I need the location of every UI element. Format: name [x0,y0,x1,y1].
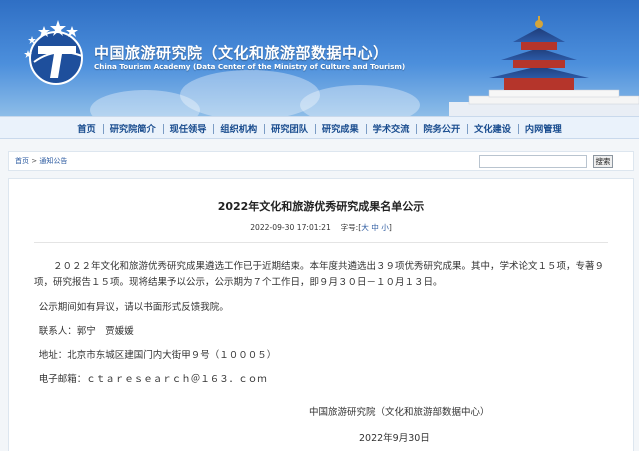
article-paragraph-contacts: 联系人：郭宁 贾媛媛 [38,326,134,337]
article-paragraph-objection: 公示期间如有异议，请以书面形式反馈我院。 [38,302,229,313]
temple-of-heaven-illustration [449,16,639,116]
article-meta: 2022-09-30 17:01:21 字号:[大 中 小] [250,223,392,232]
main-nav: 首页 研究院简介 现任领导 组织机构 研究团队 研究成果 学术交流 院务公开 文… [0,116,639,139]
article-paragraph-address: 地址：北京市东城区建国门内大街甲９号（１０００５） [38,350,277,361]
font-size-small-link[interactable]: 小 [381,223,389,232]
nav-item-research-team[interactable]: 研究团队 [264,121,315,135]
nav-item-organization[interactable]: 组织机构 [213,121,264,135]
nav-item-home[interactable]: 首页 [70,121,102,135]
article-paragraph-email: 电子邮箱：ｃｔａｒｅｓｅａｒｃｈ＠１６３．ｃｏｍ [38,374,267,385]
header-banner: 中国旅游研究院（文化和旅游部数据中心） China Tourism Academ… [0,0,639,116]
signature-organization: 中国旅游研究院（文化和旅游部数据中心） [309,407,490,418]
breadcrumb: 首页 > 通知公告 [15,156,67,166]
breadcrumb-current-link[interactable]: 通知公告 [39,157,67,165]
font-size-label: 字号: [340,223,359,232]
academy-logo-icon [24,20,83,85]
article-title: 2022年文化和旅游优秀研究成果名单公示 [217,200,425,213]
font-size-large-link[interactable]: 大 [361,223,369,232]
article-panel: 2022年文化和旅游优秀研究成果名单公示 2022-09-30 17:01:21… [8,178,634,451]
font-size-medium-link[interactable]: 中 [371,223,379,232]
nav-item-academic-exchange[interactable]: 学术交流 [365,121,417,135]
search-input[interactable] [479,155,587,168]
nav-item-intranet[interactable]: 内网管理 [517,121,569,135]
page: 中国旅游研究院（文化和旅游部数据中心） China Tourism Academ… [0,0,639,451]
search-button[interactable]: 搜索 [593,155,613,168]
breadcrumb-separator: > [29,157,40,165]
title-divider [34,242,608,243]
site-title-chinese: 中国旅游研究院（文化和旅游部数据中心） [94,44,389,62]
breadcrumb-bar: 首页 > 通知公告 搜索 [8,151,634,171]
nav-item-public-affairs[interactable]: 院务公开 [416,121,467,135]
nav-item-culture[interactable]: 文化建设 [467,121,518,135]
breadcrumb-home-link[interactable]: 首页 [15,157,29,165]
article-paragraph-intro: ２０２２年文化和旅游优秀研究成果遴选工作已于近期结束。本年度共遴选出３９项优秀研… [34,261,605,288]
article-body: ２０２２年文化和旅游优秀研究成果遴选工作已于近期结束。本年度共遴选出３９项优秀研… [34,259,614,388]
article-datetime: 2022-09-30 17:01:21 [250,223,331,232]
nav-item-leadership[interactable]: 现任领导 [162,121,214,135]
nav-item-about[interactable]: 研究院简介 [102,121,163,135]
signature-date: 2022年9月30日 [359,433,430,444]
site-title-english: China Tourism Academy (Data Center of th… [94,62,406,71]
nav-item-research-results[interactable]: 研究成果 [314,121,366,135]
